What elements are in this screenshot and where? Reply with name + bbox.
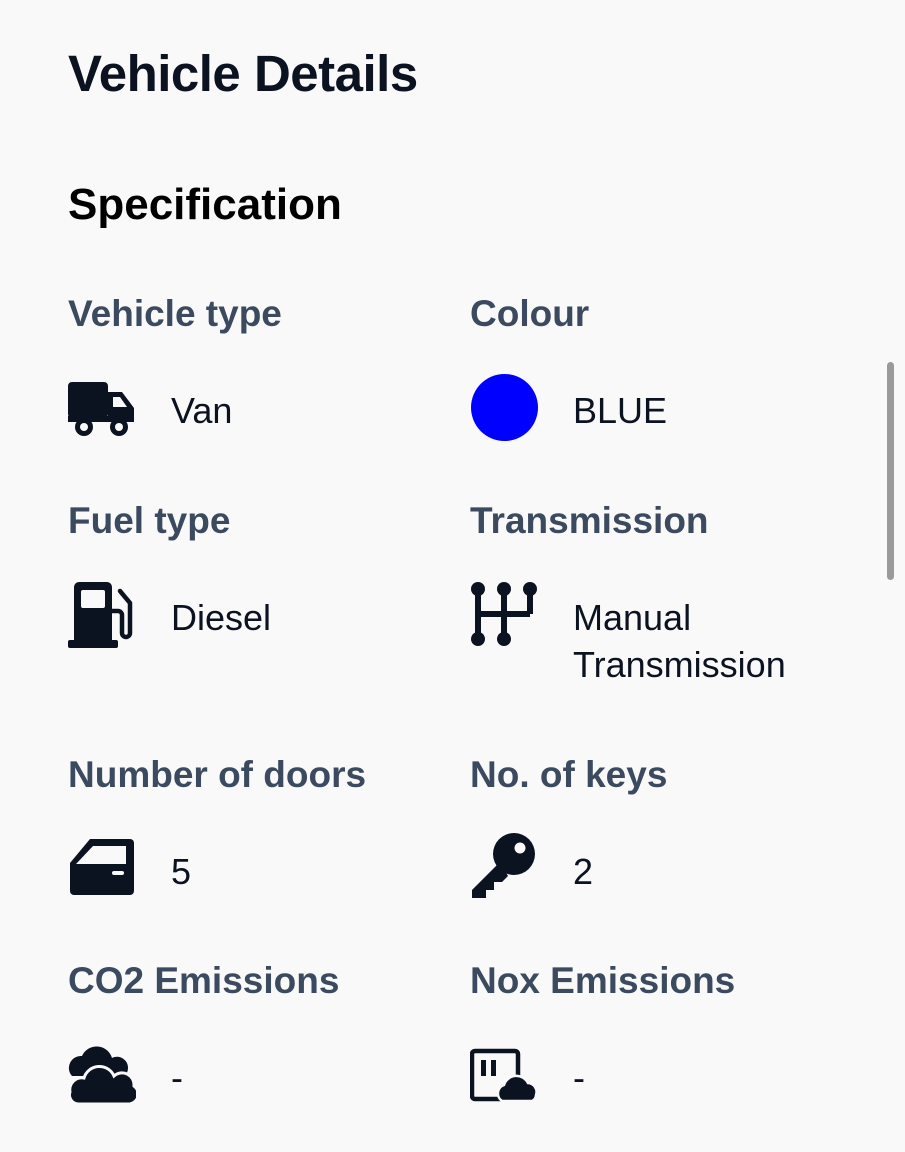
spec-value: BLUE	[573, 390, 668, 431]
spec-label: CO2 Emissions	[68, 960, 340, 1001]
key-icon	[470, 832, 538, 900]
spec-value: -	[171, 1057, 183, 1098]
spec-label: No. of keys	[470, 754, 668, 795]
spec-value: 2	[573, 851, 594, 892]
spec-value: Van	[171, 390, 233, 431]
spec-value: Diesel	[171, 597, 272, 638]
spec-value: 5	[171, 851, 192, 892]
clouds-icon	[68, 1041, 136, 1109]
factory-cloud-icon	[470, 1041, 538, 1109]
page-title: Vehicle Details	[68, 45, 418, 102]
spec-label: Number of doors	[68, 754, 367, 795]
spec-value: -	[573, 1057, 585, 1098]
spec-label: Vehicle type	[68, 293, 282, 334]
fuel-pump-icon	[68, 581, 136, 649]
car-door-icon	[68, 833, 136, 901]
section-title-specification: Specification	[68, 180, 342, 229]
spec-value: Manual Transmission	[573, 597, 786, 685]
spec-label: Fuel type	[68, 500, 231, 541]
gear-shift-icon	[470, 581, 538, 649]
scrollbar[interactable]	[887, 362, 894, 580]
color-swatch	[470, 373, 538, 441]
van-icon	[68, 376, 136, 444]
spec-label: Colour	[470, 293, 590, 334]
spec-label: Transmission	[470, 500, 709, 541]
spec-label: Nox Emissions	[470, 960, 736, 1001]
